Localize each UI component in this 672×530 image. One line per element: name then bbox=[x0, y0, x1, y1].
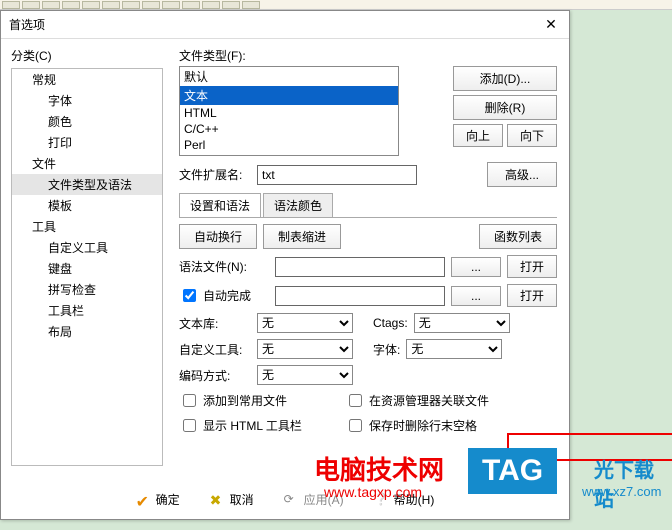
encoding-select[interactable]: 无 bbox=[257, 365, 353, 385]
tree-item[interactable]: 键盘 bbox=[12, 258, 162, 279]
filetype-list[interactable]: 默认文本HTMLC/C++Perl bbox=[179, 66, 399, 156]
filetype-item[interactable]: 默认 bbox=[180, 67, 398, 86]
category-tree[interactable]: 常规字体颜色打印文件文件类型及语法模板工具自定义工具键盘拼写检查工具栏布局 bbox=[11, 68, 163, 466]
font-select[interactable]: 无 bbox=[406, 339, 502, 359]
tabstrip: 设置和语法 语法颜色 bbox=[179, 193, 557, 218]
trim-on-save-checkbox[interactable]: 保存时删除行末空格 bbox=[345, 416, 477, 435]
customtool-select[interactable]: 无 bbox=[257, 339, 353, 359]
tree-item[interactable]: 模板 bbox=[12, 195, 162, 216]
tree-item[interactable]: 打印 bbox=[12, 132, 162, 153]
funclist-button[interactable]: 函数列表 bbox=[479, 224, 557, 249]
tree-item[interactable]: 文件 bbox=[12, 153, 162, 174]
preferences-dialog: 首选项 ✕ 分类(C) 常规字体颜色打印文件文件类型及语法模板工具自定义工具键盘… bbox=[0, 10, 570, 520]
dialog-title: 首选项 bbox=[9, 16, 45, 33]
delete-button[interactable]: 删除(R) bbox=[453, 95, 557, 120]
move-down-button[interactable]: 向下 bbox=[507, 124, 557, 147]
app-toolbar bbox=[0, 0, 672, 10]
autowrap-button[interactable]: 自动换行 bbox=[179, 224, 257, 249]
tree-item[interactable]: 字体 bbox=[12, 90, 162, 111]
filetype-item[interactable]: 文本 bbox=[180, 86, 398, 105]
help-icon: ❔ bbox=[374, 492, 388, 506]
extension-label: 文件扩展名: bbox=[179, 166, 251, 183]
syntaxfile-label: 语法文件(N): bbox=[179, 258, 269, 275]
syntaxfile-open-button[interactable]: 打开 bbox=[507, 255, 557, 278]
associate-explorer-checkbox[interactable]: 在资源管理器关联文件 bbox=[345, 391, 489, 410]
watermark-url-2: www.xz7.com bbox=[582, 484, 661, 499]
tree-item[interactable]: 布局 bbox=[12, 321, 162, 342]
filetype-label: 文件类型(F): bbox=[179, 47, 557, 64]
tree-item[interactable]: 文件类型及语法 bbox=[12, 174, 162, 195]
autocomplete-input[interactable] bbox=[275, 286, 445, 306]
apply-icon: ⟳ bbox=[284, 492, 298, 506]
tree-item[interactable]: 自定义工具 bbox=[12, 237, 162, 258]
move-up-button[interactable]: 向上 bbox=[453, 124, 503, 147]
filetype-item[interactable]: C/C++ bbox=[180, 121, 398, 137]
tab-syntax-colors[interactable]: 语法颜色 bbox=[263, 193, 333, 217]
autocomplete-browse-button[interactable]: ... bbox=[451, 286, 501, 306]
filetype-item[interactable]: Perl bbox=[180, 137, 398, 153]
ctags-select[interactable]: 无 bbox=[414, 313, 510, 333]
apply-button[interactable]: ⟳应用(A) bbox=[284, 491, 344, 508]
tree-item[interactable]: 常规 bbox=[12, 69, 162, 90]
add-common-checkbox[interactable]: 添加到常用文件 bbox=[179, 391, 339, 410]
highlight-box bbox=[507, 433, 672, 461]
syntaxfile-input[interactable] bbox=[275, 257, 445, 277]
dialog-titlebar: 首选项 ✕ bbox=[1, 11, 569, 39]
extension-input[interactable] bbox=[257, 165, 417, 185]
tree-item[interactable]: 拼写检查 bbox=[12, 279, 162, 300]
encoding-label: 编码方式: bbox=[179, 367, 251, 384]
dialog-footer: ✔确定 ✖取消 ⟳应用(A) ❔帮助(H) bbox=[1, 479, 569, 519]
syntaxfile-browse-button[interactable]: ... bbox=[451, 257, 501, 277]
advanced-button[interactable]: 高级... bbox=[487, 162, 557, 187]
autocomplete-open-button[interactable]: 打开 bbox=[507, 284, 557, 307]
filetype-item[interactable]: HTML bbox=[180, 105, 398, 121]
check-icon: ✔ bbox=[136, 492, 150, 506]
category-label: 分类(C) bbox=[11, 47, 163, 64]
textlib-label: 文本库: bbox=[179, 315, 251, 332]
tree-item[interactable]: 颜色 bbox=[12, 111, 162, 132]
font-label: 字体: bbox=[373, 341, 400, 358]
ok-button[interactable]: ✔确定 bbox=[136, 491, 180, 508]
tree-item[interactable]: 工具 bbox=[12, 216, 162, 237]
customtool-label: 自定义工具: bbox=[179, 341, 251, 358]
tab-settings[interactable]: 设置和语法 bbox=[179, 193, 261, 217]
textlib-select[interactable]: 无 bbox=[257, 313, 353, 333]
cross-icon: ✖ bbox=[210, 492, 224, 506]
show-html-toolbar-checkbox[interactable]: 显示 HTML 工具栏 bbox=[179, 416, 339, 435]
tabindent-button[interactable]: 制表缩进 bbox=[263, 224, 341, 249]
tree-item[interactable]: 工具栏 bbox=[12, 300, 162, 321]
cancel-button[interactable]: ✖取消 bbox=[210, 491, 254, 508]
help-button[interactable]: ❔帮助(H) bbox=[374, 491, 435, 508]
close-icon[interactable]: ✕ bbox=[541, 15, 561, 35]
add-button[interactable]: 添加(D)... bbox=[453, 66, 557, 91]
autocomplete-checkbox[interactable]: 自动完成 bbox=[179, 286, 269, 305]
ctags-label: Ctags: bbox=[373, 316, 408, 330]
watermark-text-2: 光下载站 bbox=[594, 454, 672, 512]
